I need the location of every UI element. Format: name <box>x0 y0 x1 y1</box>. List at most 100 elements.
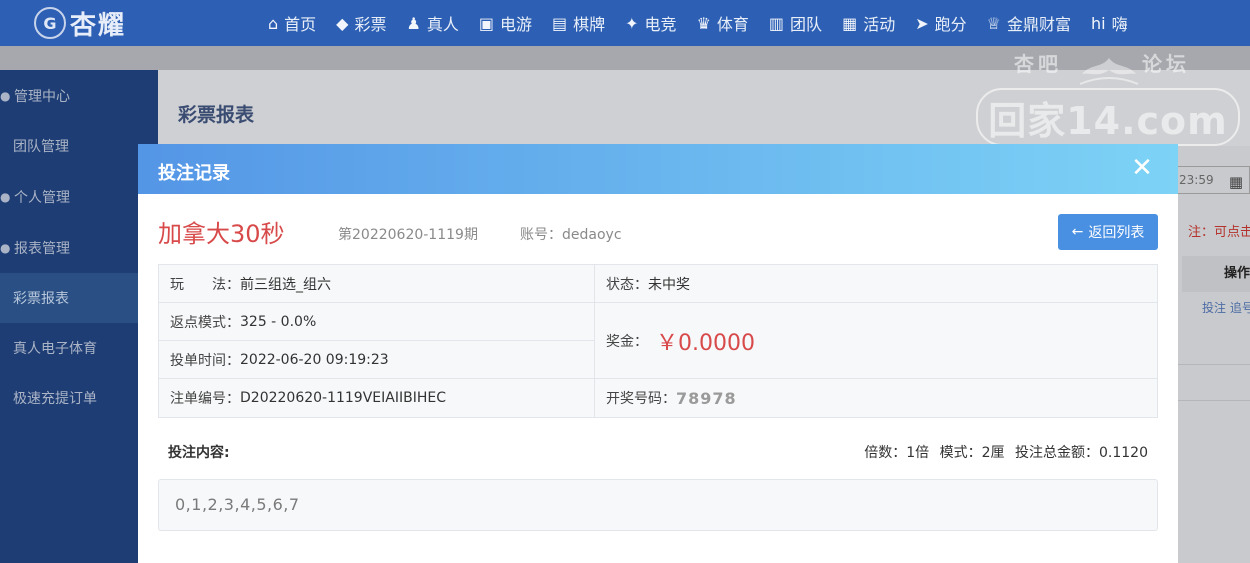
play-method-label: 玩 法： <box>170 276 240 293</box>
nav-item-label: 嗨 <box>1111 15 1128 34</box>
watermark-main-text: 回家14.com <box>976 88 1240 146</box>
nav-item-2[interactable]: ♟ 真人 <box>407 11 459 35</box>
team-icon: ▥ <box>768 13 785 33</box>
live-icon: ♟ <box>406 13 421 33</box>
sidebar-item-0[interactable]: ● 管理中心 <box>0 71 158 121</box>
order-number-value: D20220620-1119VEIAIIBIHEC <box>240 390 446 406</box>
sidebar-item-5[interactable]: 真人电子体育 <box>0 323 158 373</box>
nav-item-10[interactable]: ♕ 金鼎财富 <box>987 11 1071 35</box>
sidebar-item-2[interactable]: ● 个人管理 <box>0 172 158 222</box>
play-method-value: 前三组选_组六 <box>240 276 331 293</box>
date-range-input[interactable]: 23:59 ▦ <box>1172 166 1250 194</box>
sidebar-item-4[interactable]: 彩票报表 <box>0 273 158 323</box>
modal-header: 投注记录 ✕ <box>138 144 1178 194</box>
rebate-mode-label: 返点模式： <box>170 314 240 331</box>
nav-item-11[interactable]: hi 嗨 <box>1091 11 1128 35</box>
nav-item-label: 彩票 <box>354 15 387 34</box>
sidebar: ● 管理中心 团队管理 ● 个人管理 ● 报表管理 彩票报表 真人电子体育 极速充提订单 <box>0 70 158 563</box>
home-icon: ⌂ <box>268 13 279 33</box>
page-title: 彩票报表 <box>178 104 255 126</box>
rebate-mode-cell: 返点模式： 325 - 0.0% <box>159 303 594 340</box>
user-icon: ● <box>0 190 11 204</box>
lottery-game-name: 加拿大30秒 <box>158 220 285 248</box>
cards-icon: ▤ <box>552 13 568 33</box>
prize-value: ￥0.0000 <box>656 330 755 356</box>
play-method-cell: 玩 法： 前三组选_组六 <box>159 265 594 302</box>
sidebar-item-label: 团队管理 <box>13 139 69 155</box>
gamepad-icon: ✦ <box>625 13 639 33</box>
bet-detail-grid: 玩 法： 前三组选_组六 状态： 未中奖 返点模式： 325 - 0.0% 投单… <box>158 264 1158 418</box>
table-row-divider <box>1178 364 1250 365</box>
sidebar-item-label: 个人管理 <box>14 190 70 206</box>
nav-item-label: 真人 <box>426 15 459 34</box>
nav-item-1[interactable]: ◆ 彩票 <box>336 11 386 35</box>
brand-emblem-icon: G <box>34 7 66 39</box>
sidebar-item-label: 彩票报表 <box>13 291 69 307</box>
bet-content-label: 投注内容: <box>168 445 230 461</box>
nav-item-label: 团队 <box>790 15 823 34</box>
sidebar-item-label: 管理中心 <box>14 89 70 105</box>
table-row-divider <box>1178 400 1250 401</box>
nav-item-label: 棋牌 <box>573 15 606 34</box>
sidebar-item-3[interactable]: ● 报表管理 <box>0 223 158 273</box>
brand-name: 杏耀 <box>70 10 127 41</box>
total-amount-label: 投注总金额： <box>1015 445 1099 461</box>
date-range-value: 23:59 <box>1179 173 1214 187</box>
nav-item-7[interactable]: ▥ 团队 <box>769 11 822 35</box>
modal-title: 投注记录 <box>158 163 230 184</box>
sidebar-item-6[interactable]: 极速充提订单 <box>0 373 158 423</box>
bet-time-cell: 投单时间： 2022-06-20 09:19:23 <box>159 341 594 378</box>
account-info: 账号：dedaoyc <box>520 224 622 244</box>
runner-icon: ➤ <box>915 13 929 33</box>
bet-record-modal: 投注记录 ✕ 加拿大30秒 第20220620-1119期 账号：dedaoyc… <box>138 144 1178 563</box>
sidebar-item-label: 极速充提订单 <box>13 391 97 407</box>
user-group-icon: ● <box>0 89 11 103</box>
report-icon: ● <box>0 241 11 255</box>
status-value: 未中奖 <box>648 276 690 293</box>
watermark-top-left: 杏吧 <box>1014 52 1062 76</box>
draw-number-value: 78978 <box>676 388 737 408</box>
status-label: 状态： <box>606 276 648 293</box>
arrow-left-icon: ← <box>1071 224 1084 240</box>
forum-watermark: 杏吧 论坛 回家14.com <box>976 46 1240 148</box>
nav-item-3[interactable]: ▣ 电游 <box>479 11 532 35</box>
watermark-top-right: 论坛 <box>1142 52 1190 76</box>
calendar-icon[interactable]: ▦ <box>1229 169 1243 195</box>
sidebar-item-1[interactable]: 团队管理 <box>0 121 158 171</box>
bet-stats: 倍数：1倍 模式：2厘 投注总金额：0.1120 <box>858 442 1148 462</box>
total-amount-value: 0.1120 <box>1099 445 1148 461</box>
nav-item-9[interactable]: ➤ 跑分 <box>915 11 966 35</box>
prize-cell: 奖金： ￥0.0000 <box>595 303 1157 378</box>
nav-item-label: 活动 <box>863 15 896 34</box>
bet-time-label: 投单时间： <box>170 352 240 369</box>
close-icon[interactable]: ✕ <box>1130 155 1154 181</box>
nav-item-6[interactable]: ♛ 体育 <box>697 11 749 35</box>
brand-logo[interactable]: G 杏耀 <box>34 4 126 42</box>
gift-icon: ▦ <box>842 13 858 33</box>
nav-item-4[interactable]: ▤ 棋牌 <box>552 11 605 35</box>
nav-item-label: 跑分 <box>934 15 967 34</box>
rebate-mode-value: 325 - 0.0% <box>240 313 317 330</box>
bet-time-value: 2022-06-20 09:19:23 <box>240 351 389 368</box>
nav-item-label: 电竞 <box>644 15 677 34</box>
nav-item-8[interactable]: ▦ 活动 <box>842 11 895 35</box>
order-number-cell: 注单编号： D20220620-1119VEIAIIBIHEC <box>159 379 594 417</box>
mode-label: 模式： <box>939 445 982 461</box>
prize-label: 奖金： <box>606 333 648 350</box>
multiple-value: 1倍 <box>906 445 930 461</box>
nav-item-label: 电游 <box>499 15 532 34</box>
nav-item-label: 金鼎财富 <box>1006 15 1071 34</box>
hi-icon: hi <box>1090 13 1106 33</box>
nav-item-5[interactable]: ✦ 电竞 <box>625 11 676 35</box>
nav-item-0[interactable]: ⌂ 首页 <box>268 11 316 35</box>
order-number-label: 注单编号： <box>170 391 240 407</box>
back-to-list-button[interactable]: ← 返回列表 <box>1058 214 1158 250</box>
back-to-list-label: 返回列表 <box>1088 225 1145 241</box>
multiple-label: 倍数： <box>864 445 907 461</box>
account-label: 账号： <box>520 227 562 243</box>
main-nav: ⌂ 首页 ◆ 彩票 ♟ 真人 ▣ 电游 ▤ 棋牌 ✦ 电竞 ♛ 体育 ▥ 团队 ▦ 活动 ➤ 跑分 ♕ 金鼎财富 hi 嗨 <box>268 0 1148 46</box>
bet-content-box: 0,1,2,3,4,5,6,7 <box>158 479 1158 531</box>
account-value: dedaoyc <box>562 227 622 243</box>
row-action-links[interactable]: 投注 追号 <box>1202 299 1250 316</box>
table-header-actions: 操作 <box>1182 256 1250 292</box>
